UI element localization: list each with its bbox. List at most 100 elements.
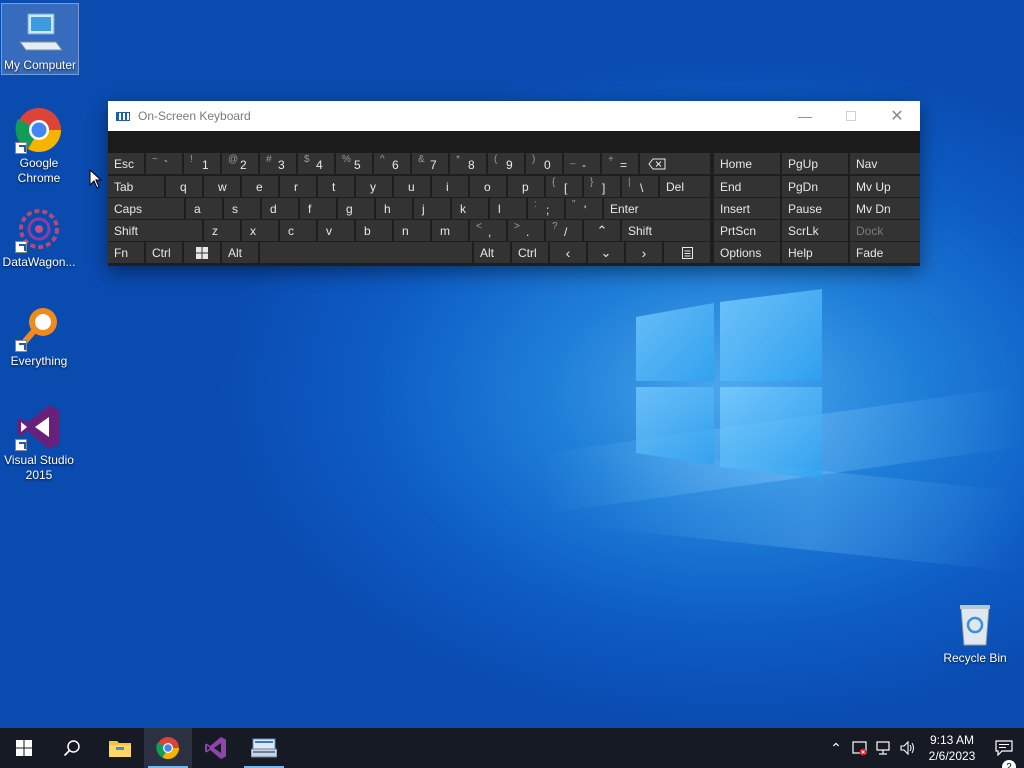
show-hidden-icons-button[interactable]: ⌃: [824, 728, 848, 768]
key-p[interactable]: p: [508, 176, 544, 197]
key-backslash[interactable]: | \: [622, 176, 658, 197]
key-k[interactable]: k: [452, 198, 488, 219]
key-right-bracket[interactable]: }]: [584, 176, 620, 197]
key-alt-right[interactable]: Alt: [474, 242, 510, 263]
key-help[interactable]: Help: [782, 242, 848, 263]
key-left-bracket[interactable]: {[: [546, 176, 582, 197]
taskbar-file-explorer[interactable]: [96, 728, 144, 768]
key-nav[interactable]: Nav: [850, 153, 920, 174]
desktop-icon-google-chrome[interactable]: Google Chrome: [1, 106, 77, 186]
key-w[interactable]: w: [204, 176, 240, 197]
key-e[interactable]: e: [242, 176, 278, 197]
desktop-icon-my-computer[interactable]: My Computer: [1, 3, 79, 75]
key-pgdn[interactable]: PgDn: [782, 176, 848, 197]
taskbar-chrome[interactable]: [144, 728, 192, 768]
taskbar-on-screen-keyboard[interactable]: [240, 728, 288, 768]
key-prtscn[interactable]: PrtScn: [714, 220, 780, 241]
key-fade[interactable]: Fade: [850, 242, 920, 263]
key-8[interactable]: * 8: [450, 153, 486, 174]
key-equals[interactable]: + =: [602, 153, 638, 174]
key-shift-left[interactable]: Shift: [108, 220, 202, 241]
key-u[interactable]: u: [394, 176, 430, 197]
key-1[interactable]: ! 1: [184, 153, 220, 174]
key-arrow-right[interactable]: ›: [626, 242, 662, 263]
key-6[interactable]: ^ 6: [374, 153, 410, 174]
start-button[interactable]: [0, 728, 48, 768]
key-tab[interactable]: Tab: [108, 176, 164, 197]
key-windows[interactable]: [184, 242, 220, 263]
osk-title-bar[interactable]: On-Screen Keyboard — ✕: [108, 101, 920, 131]
key-3[interactable]: #3: [260, 153, 296, 174]
key-4[interactable]: $4: [298, 153, 334, 174]
key-t[interactable]: t: [318, 176, 354, 197]
close-button[interactable]: ✕: [874, 101, 920, 131]
key-5[interactable]: % 5: [336, 153, 372, 174]
maximize-button[interactable]: [828, 101, 874, 131]
key-c[interactable]: c: [280, 220, 316, 241]
key-caps[interactable]: Caps: [108, 198, 184, 219]
action-center-button[interactable]: 2: [984, 740, 1024, 768]
key-fn[interactable]: Fn: [108, 242, 144, 263]
key-a[interactable]: a: [186, 198, 222, 219]
key-arrow-down[interactable]: ⌄: [588, 242, 624, 263]
desktop-icon-recycle-bin[interactable]: Recycle Bin: [937, 601, 1013, 666]
key-comma[interactable]: <,: [470, 220, 506, 241]
key-pgup[interactable]: PgUp: [782, 153, 848, 174]
key-b[interactable]: b: [356, 220, 392, 241]
desktop-icon-datawagon[interactable]: DataWagon...: [1, 205, 77, 270]
key-scrlk[interactable]: ScrLk: [782, 220, 848, 241]
search-button[interactable]: [48, 728, 96, 768]
key-f[interactable]: f: [300, 198, 336, 219]
key-space[interactable]: [260, 242, 472, 263]
tray-volume-icon[interactable]: [896, 728, 920, 768]
key-z[interactable]: z: [204, 220, 240, 241]
key-backspace[interactable]: [640, 153, 710, 174]
key-quote[interactable]: " ': [566, 198, 602, 219]
key-o[interactable]: o: [470, 176, 506, 197]
tray-network-icon[interactable]: [872, 728, 896, 768]
key-options[interactable]: Options: [714, 242, 780, 263]
key-semicolon[interactable]: :;: [528, 198, 564, 219]
key-mv-up[interactable]: Mv Up: [850, 176, 920, 197]
minimize-button[interactable]: —: [782, 101, 828, 131]
key-shift-right[interactable]: Shift: [622, 220, 710, 241]
key-d[interactable]: d: [262, 198, 298, 219]
key-pause[interactable]: Pause: [782, 198, 848, 219]
key-q[interactable]: q: [166, 176, 202, 197]
key-l[interactable]: l: [490, 198, 526, 219]
key-i[interactable]: i: [432, 176, 468, 197]
key-arrow-left[interactable]: ‹: [550, 242, 586, 263]
key-j[interactable]: j: [414, 198, 450, 219]
key-v[interactable]: v: [318, 220, 354, 241]
key-backtick[interactable]: ~ `: [146, 153, 182, 174]
key-ctrl-right[interactable]: Ctrl: [512, 242, 548, 263]
key-m[interactable]: m: [432, 220, 468, 241]
taskbar-visual-studio[interactable]: [192, 728, 240, 768]
key-mv-dn[interactable]: Mv Dn: [850, 198, 920, 219]
key-r[interactable]: r: [280, 176, 316, 197]
key-esc[interactable]: Esc: [108, 153, 144, 174]
key-x[interactable]: x: [242, 220, 278, 241]
key-2[interactable]: @2: [222, 153, 258, 174]
key-arrow-up[interactable]: ⌃: [584, 220, 620, 241]
key-minus[interactable]: _ -: [564, 153, 600, 174]
key-7[interactable]: & 7: [412, 153, 448, 174]
desktop-icon-visual-studio[interactable]: Visual Studio 2015: [1, 403, 77, 483]
key-menu[interactable]: [664, 242, 710, 263]
key-insert[interactable]: Insert: [714, 198, 780, 219]
desktop-icon-everything[interactable]: Everything: [1, 304, 77, 369]
key-0[interactable]: ) 0: [526, 153, 562, 174]
key-slash[interactable]: ? /: [546, 220, 582, 241]
key-g[interactable]: g: [338, 198, 374, 219]
key-h[interactable]: h: [376, 198, 412, 219]
key-home[interactable]: Home: [714, 153, 780, 174]
key-ctrl-left[interactable]: Ctrl: [146, 242, 182, 263]
key-n[interactable]: n: [394, 220, 430, 241]
key-end[interactable]: End: [714, 176, 780, 197]
key-enter[interactable]: Enter: [604, 198, 710, 219]
key-s[interactable]: s: [224, 198, 260, 219]
key-period[interactable]: >.: [508, 220, 544, 241]
key-y[interactable]: y: [356, 176, 392, 197]
key-del[interactable]: Del: [660, 176, 710, 197]
key-9[interactable]: (9: [488, 153, 524, 174]
